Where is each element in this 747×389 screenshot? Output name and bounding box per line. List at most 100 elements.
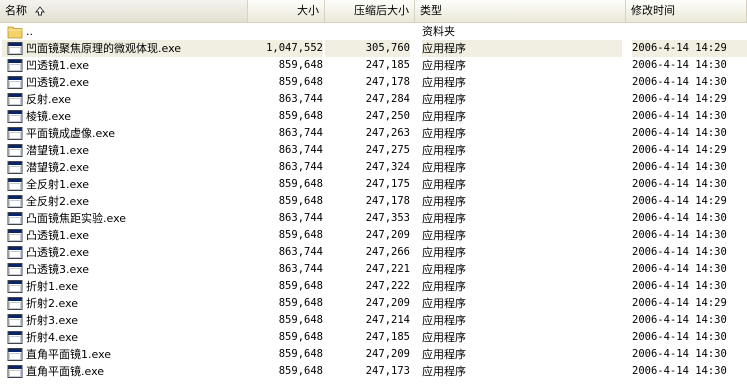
file-type: 应用程序 <box>422 212 466 225</box>
file-row[interactable]: 反射.exe 863,744 247,284 应用程序 2006-4-14 14:29 <box>0 91 747 108</box>
file-compressed-size: 247,221 <box>365 263 410 275</box>
file-size: 859,648 <box>278 229 323 241</box>
file-name-cell[interactable]: 凸透镜3.exe <box>2 261 248 278</box>
file-name-cell[interactable]: 潜望镜2.exe <box>2 159 248 176</box>
file-row[interactable]: 潜望镜2.exe 863,744 247,324 应用程序 2006-4-14 14:3… <box>0 159 747 176</box>
file-type: 应用程序 <box>422 297 466 310</box>
file-modified: 2006-4-14 14:29 <box>632 40 747 57</box>
file-name-cell[interactable]: 直角平面镜1.exe <box>2 346 248 363</box>
file-name-cell[interactable]: 全反射2.exe <box>2 193 248 210</box>
file-name-cell[interactable]: 直角平面镜.exe <box>2 363 248 380</box>
file-name-cell[interactable]: 折射2.exe <box>2 295 248 312</box>
file-name-cell[interactable]: 平面镜成虚像.exe <box>2 125 248 142</box>
file-row[interactable]: 直角平面镜1.exe 859,648 247,209 应用程序 2006-4-14 14… <box>0 346 747 363</box>
column-header-name[interactable]: 名称 <box>0 0 248 22</box>
file-name-cell[interactable]: 棱镜.exe <box>2 108 248 125</box>
file-compressed-size: 247,266 <box>365 246 410 258</box>
file-compressed-size: 247,222 <box>365 280 410 292</box>
exe-app-icon <box>7 41 23 56</box>
exe-app-icon <box>7 347 23 362</box>
file-modified: 2006-4-14 14:29 <box>632 144 727 156</box>
file-row[interactable]: 凹透镜2.exe 859,648 247,178 应用程序 2006-4-14 14:3… <box>0 74 747 91</box>
exe-app-icon <box>7 194 23 209</box>
file-name: 凸面镜焦距实验.exe <box>26 212 127 225</box>
file-name: 凹面镜聚焦原理的微观体现.exe <box>26 42 182 55</box>
file-modified: 2006-4-14 14:30 <box>632 110 727 122</box>
file-size: 859,648 <box>278 365 323 377</box>
file-row[interactable]: 凸透镜3.exe 863,744 247,221 应用程序 2006-4-14 14:3… <box>0 261 747 278</box>
file-row[interactable]: 凸面镜焦距实验.exe 863,744 247,353 应用程序 2006-4-14 1… <box>0 210 747 227</box>
file-compressed-size: 247,263 <box>365 127 410 139</box>
file-row[interactable]: 折射1.exe 859,648 247,222 应用程序 2006-4-14 14:30 <box>0 278 747 295</box>
file-name-cell[interactable]: 折射4.exe <box>2 329 248 346</box>
file-name: 折射4.exe <box>26 331 79 344</box>
file-name-cell[interactable]: 全反射1.exe <box>2 176 248 193</box>
exe-app-icon <box>7 228 23 243</box>
file-type: 应用程序 <box>422 144 466 157</box>
file-row[interactable]: 直角平面镜.exe 859,648 247,173 应用程序 2006-4-14 14:… <box>0 363 747 380</box>
file-size: 859,648 <box>278 348 323 360</box>
file-name-cell[interactable]: 凸面镜焦距实验.exe <box>2 210 248 227</box>
column-header-size[interactable]: 大小 <box>248 0 325 22</box>
file-size <box>248 23 323 40</box>
file-row[interactable]: 全反射2.exe 859,648 247,178 应用程序 2006-4-14 14:2… <box>0 193 747 210</box>
exe-app-icon <box>7 364 23 379</box>
file-name-cell[interactable]: 折射3.exe <box>2 312 248 329</box>
file-name: 潜望镜1.exe <box>26 144 90 157</box>
file-size: 859,648 <box>278 110 323 122</box>
file-row[interactable]: 折射2.exe 859,648 247,209 应用程序 2006-4-14 14:29 <box>0 295 747 312</box>
file-name-cell[interactable]: 凹透镜2.exe <box>2 74 248 91</box>
file-modified: 2006-4-14 14:29 <box>632 93 727 105</box>
file-row[interactable]: 凸透镜1.exe 859,648 247,209 应用程序 2006-4-14 14:3… <box>0 227 747 244</box>
file-row[interactable]: 折射3.exe 859,648 247,214 应用程序 2006-4-14 14:30 <box>0 312 747 329</box>
file-compressed-size: 247,175 <box>365 178 410 190</box>
file-modified: 2006-4-14 14:30 <box>632 178 727 190</box>
file-name-cell[interactable]: 凸透镜1.exe <box>2 227 248 244</box>
file-modified: 2006-4-14 14:30 <box>632 280 727 292</box>
file-size: 859,648 <box>278 178 323 190</box>
file-row[interactable]: 折射4.exe 859,648 247,185 应用程序 2006-4-14 14:30 <box>0 329 747 346</box>
file-size: 859,648 <box>278 314 323 326</box>
file-row[interactable]: 平面镜成虚像.exe 863,744 247,263 应用程序 2006-4-14 14… <box>0 125 747 142</box>
file-row[interactable]: 凹面镜聚焦原理的微观体现.exe 1,047,552 305,760 应用程序 2006… <box>0 40 747 57</box>
file-name: 直角平面镜.exe <box>26 365 105 378</box>
file-name: 平面镜成虚像.exe <box>26 127 116 140</box>
file-type: 应用程序 <box>422 229 466 242</box>
exe-app-icon <box>7 92 23 107</box>
file-row[interactable]: 凹透镜1.exe 859,648 247,185 应用程序 2006-4-14 14:3… <box>0 57 747 74</box>
file-name-cell[interactable]: 凹透镜1.exe <box>2 57 248 74</box>
file-modified: 2006-4-14 14:30 <box>632 59 727 71</box>
file-size: 859,648 <box>278 195 323 207</box>
file-name: 凸透镜1.exe <box>26 229 90 242</box>
file-name-cell[interactable]: 凹面镜聚焦原理的微观体现.exe <box>2 40 248 57</box>
file-row[interactable]: .. 资料夹 <box>0 23 747 40</box>
file-compressed-size: 247,209 <box>365 348 410 360</box>
file-size: 859,648 <box>278 59 323 71</box>
file-row[interactable]: 潜望镜1.exe 863,744 247,275 应用程序 2006-4-14 14:2… <box>0 142 747 159</box>
file-modified <box>632 23 747 40</box>
exe-app-icon <box>7 211 23 226</box>
column-header-name-label: 名称 <box>5 4 27 17</box>
file-row[interactable]: 凸透镜2.exe 863,744 247,266 应用程序 2006-4-14 14:3… <box>0 244 747 261</box>
file-type: 应用程序 <box>422 314 466 327</box>
file-type: 应用程序 <box>422 263 466 276</box>
file-name-cell[interactable]: 潜望镜1.exe <box>2 142 248 159</box>
file-name-cell[interactable]: .. <box>2 23 248 40</box>
file-modified: 2006-4-14 14:29 <box>632 195 727 207</box>
file-type: 应用程序 <box>422 348 466 361</box>
file-name-cell[interactable]: 折射1.exe <box>2 278 248 295</box>
file-name: 棱镜.exe <box>26 110 72 123</box>
file-type: 应用程序 <box>422 178 466 191</box>
file-compressed-size: 247,214 <box>365 314 410 326</box>
file-compressed-size: 247,173 <box>365 365 410 377</box>
file-type: 应用程序 <box>422 280 466 293</box>
column-header-compressed-size[interactable]: 压缩后大小 <box>325 0 415 22</box>
file-row[interactable]: 棱镜.exe 859,648 247,250 应用程序 2006-4-14 14:30 <box>0 108 747 125</box>
file-name-cell[interactable]: 反射.exe <box>2 91 248 108</box>
file-row[interactable]: 全反射1.exe 859,648 247,175 应用程序 2006-4-14 14:3… <box>0 176 747 193</box>
column-header-type[interactable]: 类型 <box>415 0 626 22</box>
file-list-view: 名称 大小 压缩后大小 类型 修改时间 .. 资料夹 凹面镜聚焦原理的微观体现.ex… <box>0 0 747 389</box>
file-name-cell[interactable]: 凸透镜2.exe <box>2 244 248 261</box>
file-size: 863,744 <box>278 246 323 258</box>
column-header-modified[interactable]: 修改时间 <box>626 0 747 22</box>
